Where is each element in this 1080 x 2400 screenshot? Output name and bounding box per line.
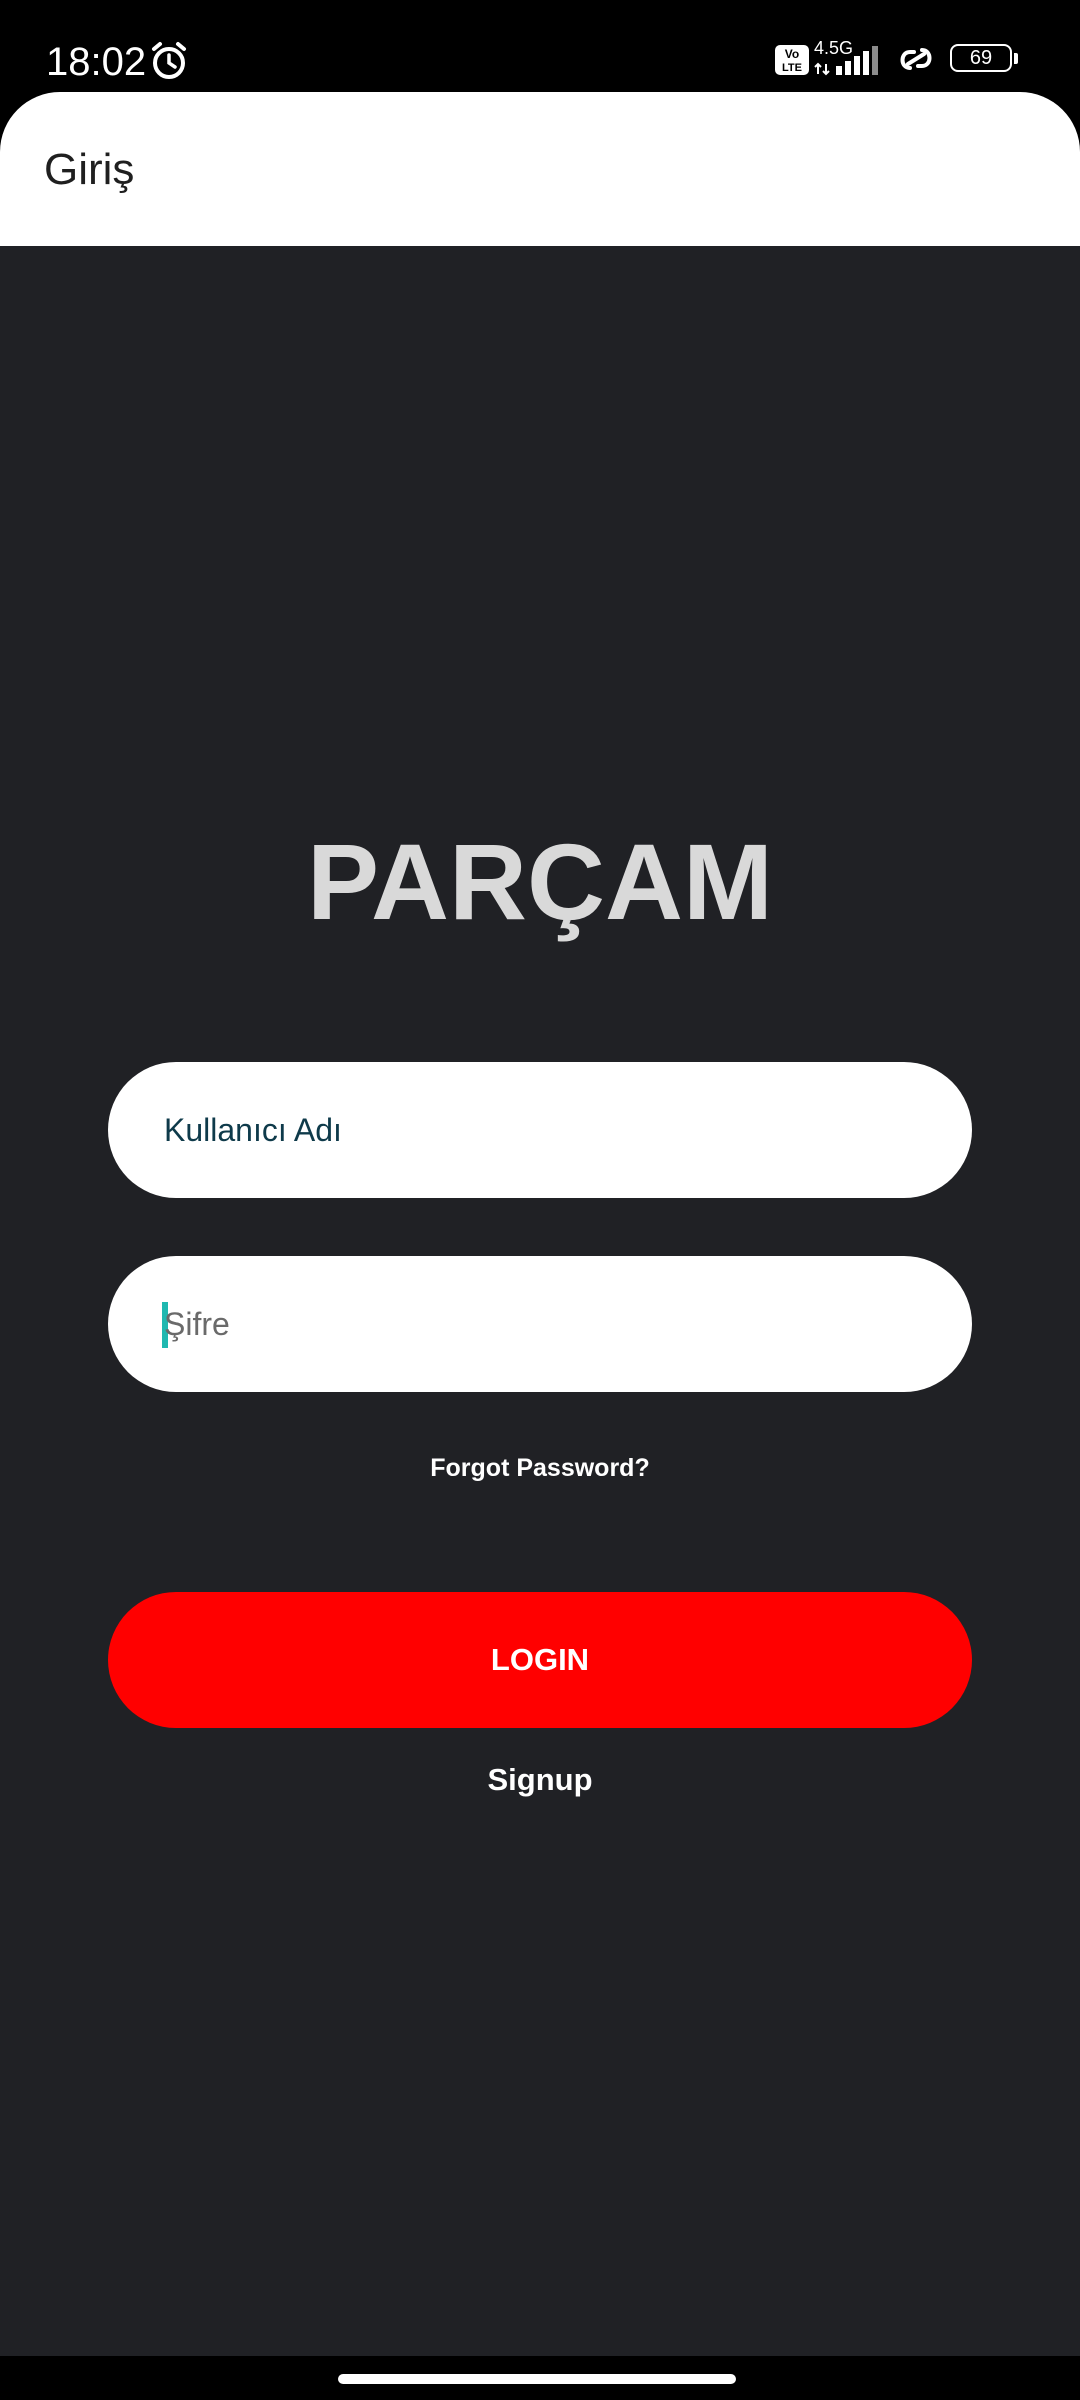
signup-link[interactable]: Signup — [0, 1758, 1080, 1802]
brand-title: PARÇAM — [307, 821, 773, 942]
app-bar: Giriş — [0, 92, 1080, 246]
link-icon — [900, 48, 932, 70]
forgot-password-link[interactable]: Forgot Password? — [0, 1450, 1080, 1486]
login-button[interactable]: LOGIN — [108, 1592, 972, 1728]
battery-cap — [1014, 53, 1018, 64]
alarm-icon — [152, 42, 186, 79]
status-time: 18:02 — [46, 40, 147, 84]
password-placeholder: Şifre — [164, 1306, 230, 1342]
home-indicator[interactable] — [338, 2374, 736, 2384]
signal-icon — [814, 46, 878, 76]
login-screen: PARÇAM Kullanıcı Adı Şifre Forgot Passwo… — [0, 246, 1080, 2356]
status-bar: 18:02 Vo LTE 4.5G 69 — [0, 0, 1080, 92]
battery-icon: 69 — [950, 44, 1020, 74]
page-title: Giriş — [44, 145, 135, 194]
screen: 18:02 Vo LTE 4.5G 69 Giriş PARÇAM Kullan… — [0, 0, 1080, 2400]
battery-level: 69 — [950, 44, 1012, 72]
username-field[interactable]: Kullanıcı Adı — [108, 1062, 972, 1198]
svg-text:Vo: Vo — [785, 47, 799, 61]
password-field[interactable]: Şifre — [108, 1256, 972, 1392]
username-placeholder: Kullanıcı Adı — [164, 1112, 342, 1148]
svg-text:LTE: LTE — [782, 62, 802, 74]
navigation-bar — [0, 2356, 1080, 2400]
volte-icon: Vo LTE — [775, 45, 809, 75]
